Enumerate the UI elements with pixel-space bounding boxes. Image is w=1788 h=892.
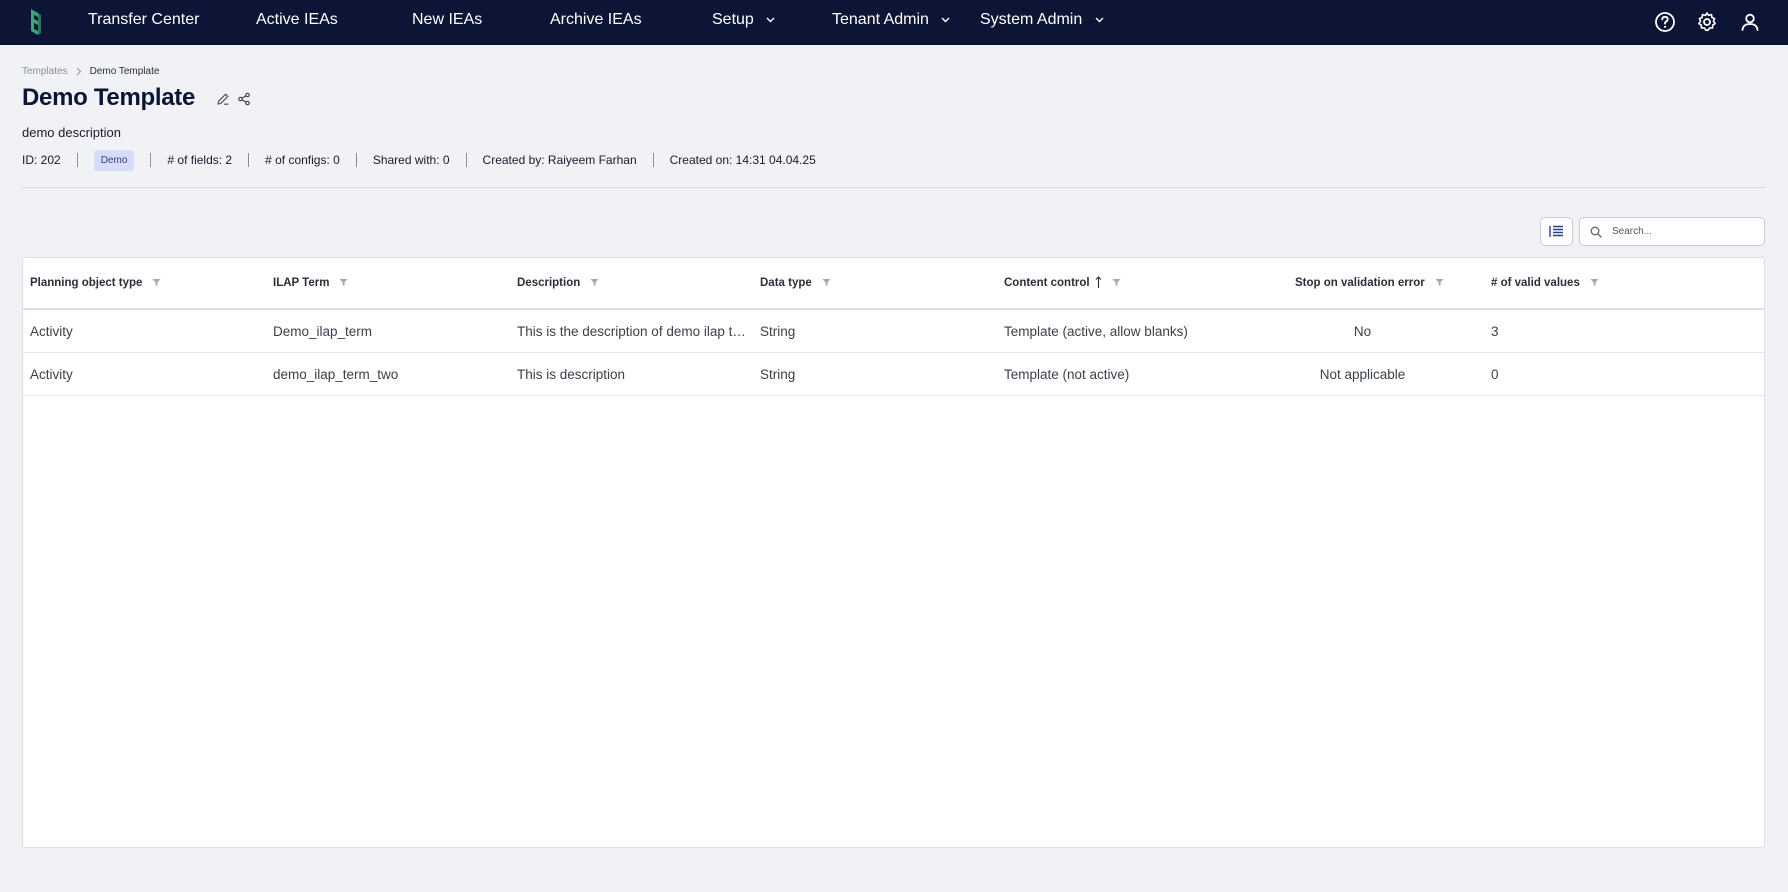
- meta-fields: # of fields: 2: [167, 153, 233, 167]
- column-header-label: Content control: [1004, 277, 1090, 289]
- divider: [465, 153, 467, 167]
- column-header-description[interactable]: Description: [517, 258, 599, 308]
- divider: [355, 153, 357, 167]
- cell-ilap-term: demo_ilap_term_two: [273, 367, 399, 382]
- cell-description: This is the description of demo ilap ter…: [517, 324, 750, 339]
- filter-icon[interactable]: [590, 278, 599, 287]
- divider: [248, 153, 250, 167]
- filter-icon[interactable]: [152, 278, 161, 287]
- meta-created-on: Created on: 14:31 04.04.25: [669, 153, 816, 167]
- cell-content-control: Template (active, allow blanks): [1004, 324, 1188, 339]
- breadcrumb: Templates Demo Template: [22, 66, 159, 77]
- meta-shared: Shared with: 0: [372, 153, 450, 167]
- search-box: [1579, 217, 1765, 246]
- chevron-down-icon: [941, 17, 950, 23]
- table-row[interactable]: Activity Demo_ilap_term This is the desc…: [23, 311, 1764, 353]
- column-header-label: Planning object type: [30, 277, 143, 289]
- nav-tenant-admin[interactable]: Tenant Admin: [832, 0, 950, 45]
- meta-created-by: Created by: Raiyeem Farhan: [482, 153, 637, 167]
- columns-icon: [1549, 225, 1563, 237]
- tag-badge: Demo: [93, 149, 135, 171]
- nav-label: Active IEAs: [256, 11, 338, 28]
- search-icon: [1590, 226, 1602, 238]
- nav-label: Setup: [712, 11, 754, 28]
- user-icon[interactable]: [1739, 11, 1761, 33]
- table-header: Planning object type ILAP Term Descripti…: [23, 258, 1764, 310]
- column-header-planning-object-type[interactable]: Planning object type: [30, 258, 161, 308]
- column-header-label: Data type: [760, 277, 812, 289]
- nav-label: New IEAs: [412, 11, 483, 28]
- breadcrumb-current: Demo Template: [89, 66, 160, 77]
- column-header-label: ILAP Term: [273, 277, 330, 289]
- cell-stop-on-validation-error: Not applicable: [1319, 367, 1406, 382]
- cell-stop-on-validation-error: No: [1353, 324, 1372, 339]
- header-divider: [22, 187, 1765, 188]
- cell-data-type: String: [760, 324, 796, 339]
- nav-setup[interactable]: Setup: [712, 0, 775, 45]
- filter-icon[interactable]: [1590, 278, 1599, 287]
- cell-planning-object-type: Activity: [30, 367, 73, 382]
- app-logo[interactable]: [25, 7, 45, 37]
- chevron-right-icon: [76, 67, 81, 76]
- cell-valid-values: 3: [1491, 324, 1499, 339]
- cell-planning-object-type: Activity: [30, 324, 73, 339]
- nav-new-ieas[interactable]: New IEAs: [412, 0, 482, 45]
- share-icon[interactable]: [237, 92, 251, 106]
- divider: [652, 153, 654, 167]
- cell-description: This is description: [517, 367, 626, 382]
- top-navbar: Transfer Center Active IEAs New IEAs Arc…: [0, 0, 1788, 45]
- gear-icon[interactable]: [1696, 11, 1718, 33]
- nav-label: System Admin: [980, 11, 1083, 28]
- column-header-content-control[interactable]: Content control: [1004, 258, 1121, 308]
- edit-icon[interactable]: [216, 92, 230, 106]
- cell-ilap-term: Demo_ilap_term: [273, 324, 373, 339]
- filter-icon[interactable]: [1435, 278, 1444, 287]
- column-header-valid-values[interactable]: # of valid values: [1491, 258, 1599, 308]
- help-icon[interactable]: [1654, 11, 1676, 33]
- page-description: demo description: [22, 125, 121, 140]
- chevron-down-icon: [766, 17, 775, 23]
- cell-content-control: Template (not active): [1004, 367, 1130, 382]
- meta-id: ID: 202: [22, 153, 61, 167]
- divider: [150, 153, 152, 167]
- meta-configs: # of configs: 0: [265, 153, 340, 167]
- table-row[interactable]: Activity demo_ilap_term_two This is desc…: [23, 354, 1764, 396]
- column-header-stop-on-validation-error[interactable]: Stop on validation error: [1295, 258, 1444, 308]
- nav-label: Transfer Center: [88, 11, 200, 28]
- page-title: Demo Template: [22, 84, 196, 111]
- nav-label: Tenant Admin: [832, 11, 929, 28]
- nav-active-ieas[interactable]: Active IEAs: [256, 0, 338, 45]
- chevron-down-icon: [1095, 17, 1104, 23]
- column-header-ilap-term[interactable]: ILAP Term: [273, 258, 348, 308]
- fields-table: Planning object type ILAP Term Descripti…: [22, 257, 1765, 848]
- column-header-label: Stop on validation error: [1295, 277, 1425, 289]
- nav-archive-ieas[interactable]: Archive IEAs: [550, 0, 642, 45]
- cell-valid-values: 0: [1491, 367, 1499, 382]
- filter-icon[interactable]: [1112, 278, 1121, 287]
- nav-system-admin[interactable]: System Admin: [980, 0, 1104, 45]
- nav-label: Archive IEAs: [550, 11, 642, 28]
- filter-icon[interactable]: [822, 278, 831, 287]
- sort-ascending-icon[interactable]: [1095, 276, 1102, 289]
- column-header-data-type[interactable]: Data type: [760, 258, 831, 308]
- column-header-label: # of valid values: [1491, 277, 1580, 289]
- nav-transfer-center[interactable]: Transfer Center: [88, 0, 199, 45]
- breadcrumb-templates-link[interactable]: Templates: [22, 66, 68, 77]
- column-settings-button[interactable]: [1540, 217, 1573, 246]
- template-meta: ID: 202 Demo # of fields: 2 # of configs…: [22, 149, 816, 171]
- divider: [76, 153, 78, 167]
- search-input[interactable]: [1612, 226, 1752, 237]
- column-header-label: Description: [517, 277, 581, 289]
- filter-icon[interactable]: [339, 278, 348, 287]
- cell-data-type: String: [760, 367, 796, 382]
